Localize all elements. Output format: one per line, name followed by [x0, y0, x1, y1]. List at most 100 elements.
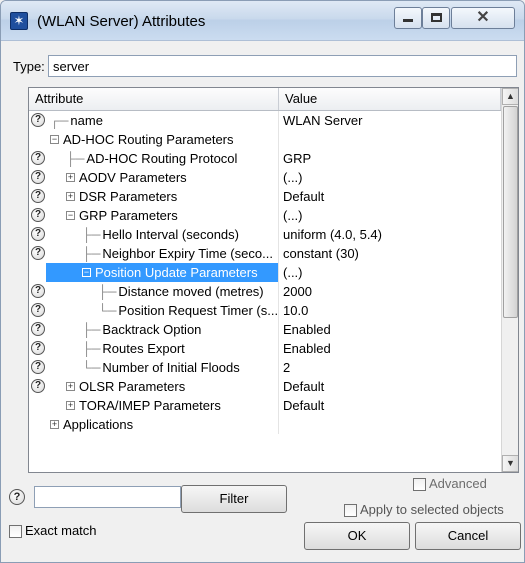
help-icon[interactable]: ?: [31, 303, 45, 317]
value-cell[interactable]: Default: [279, 187, 501, 206]
table-row[interactable]: + TORA/IMEP Parameters Default: [29, 396, 501, 415]
table-row[interactable]: ? + DSR Parameters Default: [29, 187, 501, 206]
collapse-icon[interactable]: −: [50, 135, 59, 145]
table-row[interactable]: ? ┌─ name WLAN Server: [29, 111, 501, 130]
attribute-cell[interactable]: ├─ Hello Interval (seconds): [46, 225, 279, 244]
attribute-cell[interactable]: + Applications: [46, 415, 279, 434]
attribute-cell[interactable]: + OLSR Parameters: [46, 377, 279, 396]
vertical-scrollbar[interactable]: ▲ ▼: [501, 88, 518, 472]
value-cell[interactable]: Enabled: [279, 320, 501, 339]
expand-icon[interactable]: +: [50, 420, 59, 430]
table-row[interactable]: ? ├─ Routes Export Enabled: [29, 339, 501, 358]
help-icon[interactable]: ?: [31, 379, 45, 393]
value-cell[interactable]: 2: [279, 358, 501, 377]
attribute-cell[interactable]: ┌─ name: [46, 111, 279, 130]
collapse-icon[interactable]: −: [82, 268, 91, 278]
attribute-cell[interactable]: ├─ Neighbor Expiry Time (seco...: [46, 244, 279, 263]
attribute-cell[interactable]: + TORA/IMEP Parameters: [46, 396, 279, 415]
attribute-cell[interactable]: ├─ Backtrack Option: [46, 320, 279, 339]
value-cell[interactable]: WLAN Server: [279, 111, 501, 130]
help-icon[interactable]: ?: [31, 284, 45, 298]
table-row[interactable]: ? ├─ Neighbor Expiry Time (seco... constant…: [29, 244, 501, 263]
value-cell[interactable]: Enabled: [279, 339, 501, 358]
column-header-attribute[interactable]: Attribute: [29, 88, 279, 110]
value-cell[interactable]: (...): [279, 206, 501, 225]
table-row[interactable]: + Applications: [29, 415, 501, 434]
apply-selected-checkbox[interactable]: Apply to selected objects: [344, 502, 504, 518]
value-cell[interactable]: 10.0: [279, 301, 501, 320]
column-header-value[interactable]: Value: [279, 88, 501, 110]
help-icon[interactable]: ?: [31, 151, 45, 165]
attribute-cell[interactable]: ├─ AD-HOC Routing Protocol: [46, 149, 279, 168]
attribute-cell[interactable]: └─ Number of Initial Floods: [46, 358, 279, 377]
table-row[interactable]: ? ├─ Backtrack Option Enabled: [29, 320, 501, 339]
attribute-cell[interactable]: └─ Position Request Timer (s...: [46, 301, 279, 320]
ok-button-label: OK: [347, 528, 367, 543]
value-cell[interactable]: [279, 415, 501, 434]
table-row[interactable]: ? └─ Position Request Timer (s... 10.0: [29, 301, 501, 320]
minimize-button[interactable]: [394, 7, 422, 29]
apply-selected-box[interactable]: [344, 504, 357, 518]
scroll-up-button[interactable]: ▲: [502, 88, 518, 105]
expand-icon[interactable]: +: [66, 401, 75, 411]
table-row[interactable]: ? − GRP Parameters (...): [29, 206, 501, 225]
title-bar[interactable]: ✶ (WLAN Server) Attributes ✕: [1, 1, 524, 41]
attribute-cell[interactable]: − GRP Parameters: [46, 206, 279, 225]
value-cell[interactable]: GRP: [279, 149, 501, 168]
help-icon[interactable]: ?: [31, 189, 45, 203]
collapse-icon[interactable]: −: [66, 211, 75, 221]
value-cell[interactable]: (...): [279, 263, 501, 282]
value-cell[interactable]: [279, 130, 501, 149]
table-row[interactable]: ? + OLSR Parameters Default: [29, 377, 501, 396]
filter-button[interactable]: Filter: [181, 485, 287, 513]
table-row[interactable]: ? └─ Number of Initial Floods 2: [29, 358, 501, 377]
expand-icon[interactable]: +: [66, 192, 75, 202]
advanced-checkbox[interactable]: Advanced: [413, 476, 487, 492]
table-row[interactable]: ? ├─ AD-HOC Routing Protocol GRP: [29, 149, 501, 168]
attribute-label: name: [70, 113, 103, 128]
help-icon[interactable]: ?: [31, 227, 45, 241]
filter-input[interactable]: [34, 486, 181, 508]
advanced-box[interactable]: [413, 478, 426, 492]
expand-icon[interactable]: +: [66, 382, 75, 392]
exact-match-checkbox[interactable]: Exact match: [9, 523, 97, 539]
value-cell[interactable]: constant (30): [279, 244, 501, 263]
scroll-down-button[interactable]: ▼: [502, 455, 518, 472]
attribute-cell[interactable]: − Position Update Parameters: [46, 263, 279, 282]
value-cell[interactable]: 2000: [279, 282, 501, 301]
table-row[interactable]: − AD-HOC Routing Parameters: [29, 130, 501, 149]
scroll-thumb[interactable]: [503, 106, 518, 318]
help-icon[interactable]: ?: [31, 246, 45, 260]
help-icon[interactable]: ?: [31, 360, 45, 374]
row-help-cell: ?: [29, 168, 46, 187]
help-icon[interactable]: ?: [31, 170, 45, 184]
table-row[interactable]: ? ├─ Distance moved (metres) 2000: [29, 282, 501, 301]
exact-match-box[interactable]: [9, 525, 22, 539]
ok-button[interactable]: OK: [304, 522, 410, 550]
value-cell[interactable]: uniform (4.0, 5.4): [279, 225, 501, 244]
attribute-cell[interactable]: + DSR Parameters: [46, 187, 279, 206]
attribute-cell[interactable]: + AODV Parameters: [46, 168, 279, 187]
help-icon[interactable]: ?: [31, 322, 45, 336]
attribute-cell[interactable]: ├─ Routes Export: [46, 339, 279, 358]
row-help-cell: ?: [29, 187, 46, 206]
close-button[interactable]: ✕: [451, 7, 515, 29]
attribute-cell[interactable]: ├─ Distance moved (metres): [46, 282, 279, 301]
table-row[interactable]: ? + AODV Parameters (...): [29, 168, 501, 187]
value-cell[interactable]: Default: [279, 377, 501, 396]
type-field[interactable]: [48, 55, 517, 77]
value-cell[interactable]: (...): [279, 168, 501, 187]
value-cell[interactable]: Default: [279, 396, 501, 415]
table-row[interactable]: − Position Update Parameters (...): [29, 263, 501, 282]
maximize-button[interactable]: [422, 7, 450, 29]
row-help-cell: ?: [29, 206, 46, 225]
cancel-button[interactable]: Cancel: [415, 522, 521, 550]
help-icon[interactable]: ?: [9, 489, 25, 505]
expand-icon[interactable]: +: [66, 173, 75, 183]
attribute-cell[interactable]: − AD-HOC Routing Parameters: [46, 130, 279, 149]
row-help-cell: ?: [29, 358, 46, 377]
table-row[interactable]: ? ├─ Hello Interval (seconds) uniform (4.0,…: [29, 225, 501, 244]
help-icon[interactable]: ?: [31, 113, 45, 127]
help-icon[interactable]: ?: [31, 208, 45, 222]
help-icon[interactable]: ?: [31, 341, 45, 355]
